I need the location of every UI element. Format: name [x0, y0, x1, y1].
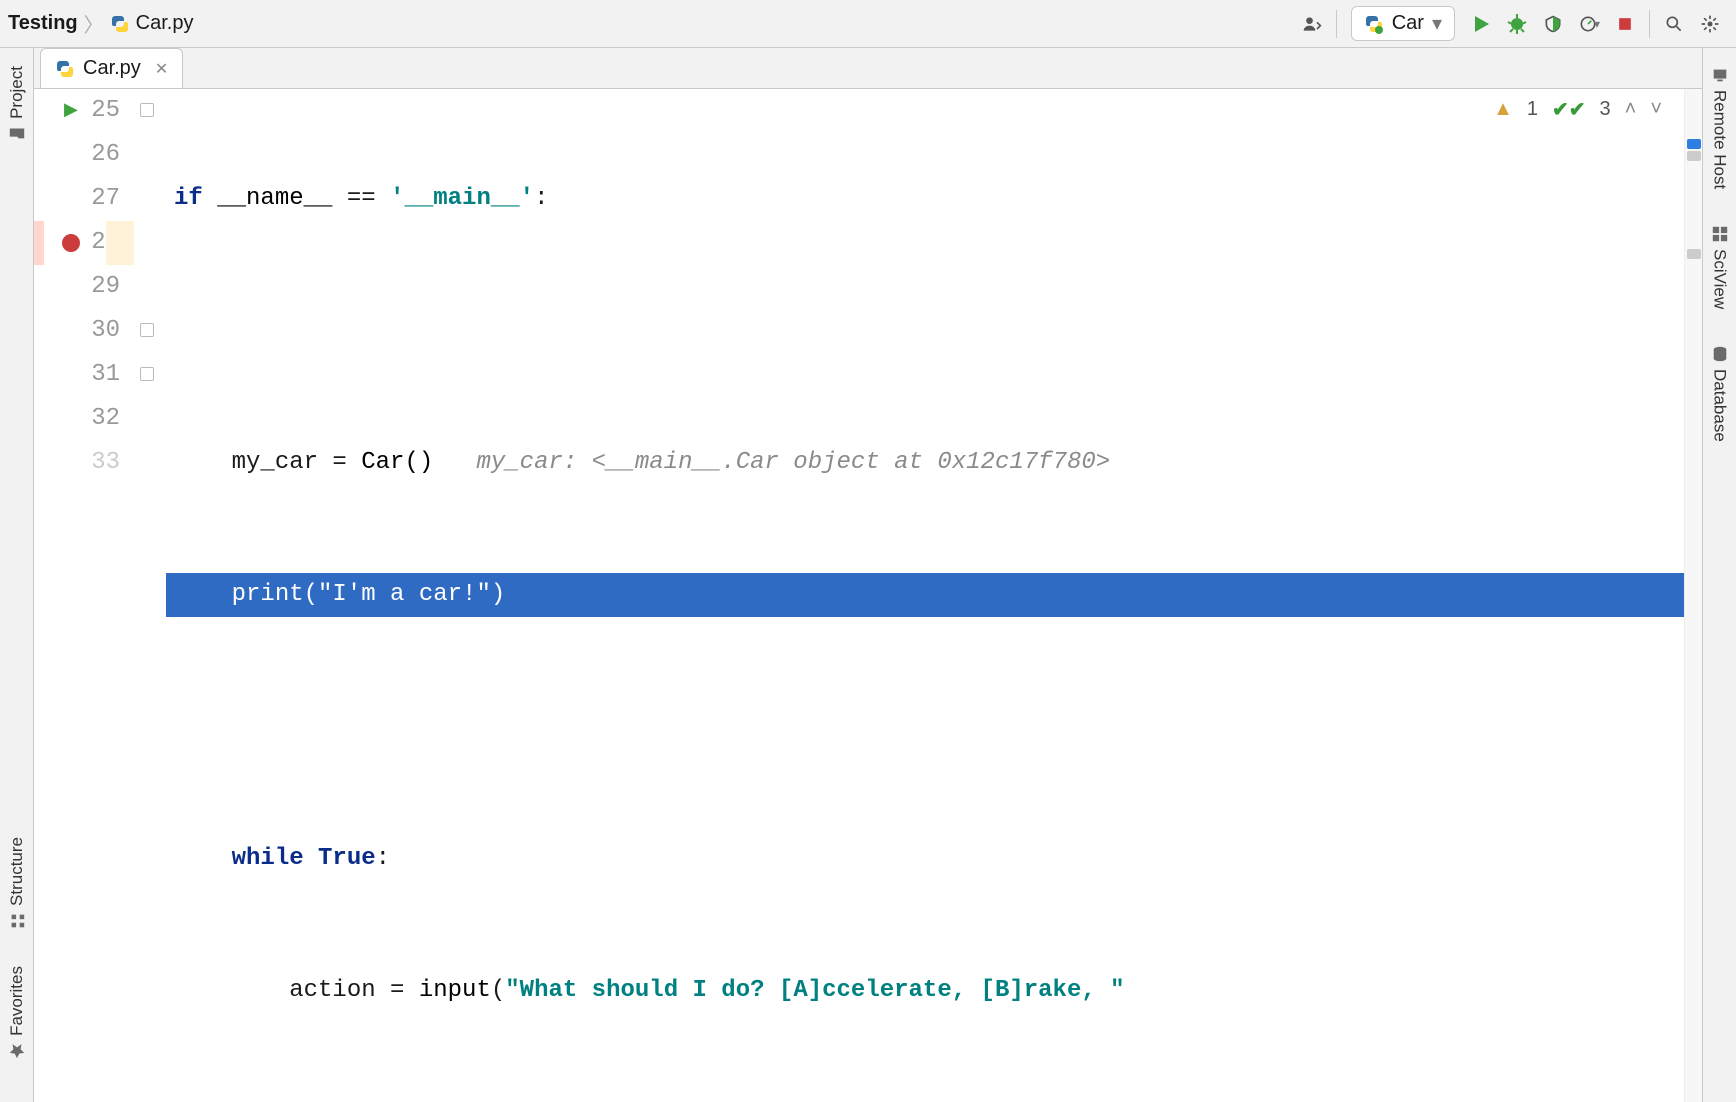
settings-button[interactable]: [1692, 6, 1728, 42]
vcs-user-button[interactable]: [1294, 6, 1330, 42]
coverage-button[interactable]: [1535, 6, 1571, 42]
toolbar-divider: [1336, 10, 1337, 38]
mark-info[interactable]: [1687, 249, 1701, 259]
folder-icon: [8, 125, 26, 143]
fold-handle[interactable]: [140, 367, 154, 381]
debug-button[interactable]: [1499, 6, 1535, 42]
favorites-tool-tab[interactable]: Favorites: [5, 960, 29, 1066]
breadcrumb-root[interactable]: Testing: [8, 12, 78, 35]
fold-handle[interactable]: [140, 103, 154, 117]
project-tool-tab[interactable]: Project: [5, 60, 29, 149]
editor-tab[interactable]: Car.py ✕: [40, 48, 183, 88]
python-file-icon: [55, 59, 75, 79]
database-icon: [1711, 345, 1729, 363]
inlay-hint: my_car: <__main__.Car object at 0x12c17f…: [433, 449, 1110, 476]
editor-tab-row: Car.py ✕: [34, 48, 1702, 89]
database-tool-tab[interactable]: Database: [1708, 339, 1732, 448]
breadcrumb: Testing 〉 Car.py: [8, 9, 193, 38]
sciview-icon: [1711, 225, 1729, 243]
profile-button[interactable]: ▾: [1571, 6, 1607, 42]
search-everywhere-button[interactable]: [1656, 6, 1692, 42]
python-config-icon: [1364, 14, 1384, 34]
right-tool-strip: Remote Host SciView Database: [1702, 48, 1736, 1102]
sciview-tool-tab[interactable]: SciView: [1708, 219, 1732, 315]
python-file-icon: [110, 14, 130, 34]
toolbar-divider: [1649, 10, 1650, 38]
breadcrumb-file[interactable]: Car.py: [110, 12, 194, 35]
stop-button[interactable]: [1607, 6, 1643, 42]
run-gutter-icon[interactable]: ▶: [64, 89, 78, 133]
fold-column[interactable]: [134, 89, 166, 1102]
mark-info[interactable]: [1687, 151, 1701, 161]
breakpoint-stripe: [34, 221, 44, 265]
chevron-down-icon: ▾: [1432, 11, 1442, 36]
top-toolbar: Testing 〉 Car.py Car ▾ ▾: [0, 0, 1736, 48]
structure-icon: [8, 912, 26, 930]
remote-icon: [1711, 66, 1729, 84]
left-tool-strip: Project Structure Favorites: [0, 48, 34, 1102]
structure-tool-tab[interactable]: Structure: [5, 831, 29, 936]
error-stripe[interactable]: [1684, 89, 1702, 1102]
code-editor[interactable]: ▲1 ✔✔3 ˄ ˅ ▶25 26 27: [34, 89, 1702, 1102]
breadcrumb-separator: 〉: [84, 9, 104, 38]
code-area[interactable]: if __name__ == '__main__': my_car = Car(…: [166, 89, 1684, 1102]
current-execution-line: print("I'm a car!"): [166, 573, 1684, 617]
remote-host-tool-tab[interactable]: Remote Host: [1708, 60, 1732, 195]
star-icon: [8, 1042, 26, 1060]
close-tab-button[interactable]: ✕: [155, 59, 168, 79]
run-button[interactable]: [1463, 6, 1499, 42]
editor-gutter[interactable]: ▶25 26 27 28 29 30 31 32 33: [34, 89, 134, 1102]
fold-handle[interactable]: [140, 323, 154, 337]
mark-current[interactable]: [1687, 139, 1701, 149]
breakpoint-icon[interactable]: [62, 234, 80, 252]
run-config-selector[interactable]: Car ▾: [1351, 6, 1455, 41]
